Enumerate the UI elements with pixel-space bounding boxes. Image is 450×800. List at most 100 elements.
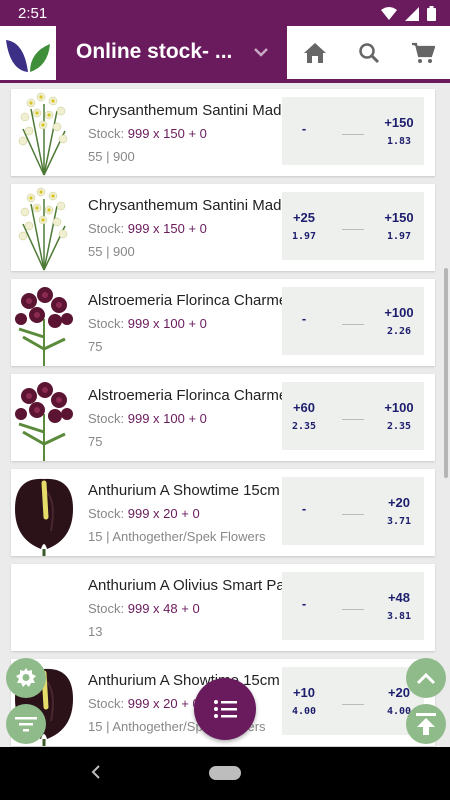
- qty-plus-button[interactable]: +20 3.71: [374, 477, 424, 545]
- qty-minus-label: -: [301, 120, 307, 136]
- product-image[interactable]: [11, 564, 77, 651]
- qty-minus-label: -: [301, 595, 307, 611]
- qty-minus-price: 2.35: [291, 421, 317, 432]
- scrollbar[interactable]: [444, 268, 448, 478]
- quantity-stepper: - +100 2.26: [282, 287, 424, 355]
- app-logo[interactable]: [0, 26, 56, 82]
- qty-minus-button[interactable]: -: [282, 287, 326, 355]
- qty-minus-button[interactable]: -: [282, 477, 326, 545]
- stock-prefix: Stock:: [88, 506, 128, 521]
- quantity-stepper: - +150 1.83: [282, 97, 424, 165]
- product-card-2[interactable]: Chrysanthemum Santini Madiba Yellow Cent…: [11, 184, 435, 271]
- quantity-stepper: +60 2.35 +100 2.35: [282, 382, 424, 450]
- chevron-down-icon[interactable]: [251, 42, 271, 62]
- product-image[interactable]: [11, 89, 77, 176]
- product-image[interactable]: [11, 184, 77, 271]
- product-stock: Stock: 999 x 100 + 0: [88, 411, 207, 426]
- product-image[interactable]: [11, 469, 77, 556]
- product-list: Chrysanthemum Santini Madiba Yellow Cent…: [11, 89, 435, 747]
- qty-plus-button[interactable]: +150 1.83: [374, 97, 424, 165]
- qty-minus-label: +60: [292, 400, 316, 415]
- stock-prefix: Stock:: [88, 601, 128, 616]
- qty-minus-price: 4.00: [291, 706, 317, 717]
- quantity-stepper: - +20 3.71: [282, 477, 424, 545]
- status-time: 2:51: [18, 5, 48, 22]
- product-stock: Stock: 999 x 48 + 0: [88, 601, 200, 616]
- system-nav-bar: [0, 747, 450, 800]
- product-card-1[interactable]: Chrysanthemum Santini Madiba Yellow Cent…: [11, 89, 435, 176]
- quantity-stepper: +25 1.97 +150 1.97: [282, 192, 424, 260]
- qty-input[interactable]: [342, 419, 364, 420]
- home-icon[interactable]: [303, 42, 327, 64]
- qty-plus-label: +100: [384, 305, 414, 320]
- leaf-logo-icon: [6, 40, 50, 72]
- qty-plus-price: 1.83: [386, 136, 412, 147]
- settings-button[interactable]: [6, 658, 46, 698]
- quantity-stepper: +10 4.00 +20 4.00: [282, 667, 424, 735]
- product-meta: 55 | 900: [88, 244, 135, 259]
- qty-plus-price: 3.71: [386, 516, 412, 527]
- qty-minus-button[interactable]: -: [282, 572, 326, 640]
- qty-minus-button[interactable]: -: [282, 97, 326, 165]
- scroll-to-top-button[interactable]: [406, 704, 446, 744]
- product-card-4[interactable]: Alstroemeria Florinca Charmelia Stock: 9…: [11, 374, 435, 461]
- status-icons: [381, 6, 436, 21]
- arrow-up-icon: [416, 713, 436, 735]
- filter-button[interactable]: [6, 704, 46, 744]
- qty-input[interactable]: [342, 704, 364, 705]
- qty-minus-button[interactable]: +25 1.97: [282, 192, 326, 260]
- product-card-5[interactable]: Anthurium A Showtime 15cm Stock: 999 x 2…: [11, 469, 435, 556]
- qty-plus-price: 1.97: [386, 231, 412, 242]
- product-meta: 75: [88, 434, 103, 449]
- list-menu-button[interactable]: [194, 678, 256, 740]
- qty-input[interactable]: [342, 229, 364, 230]
- product-stock: Stock: 999 x 150 + 0: [88, 126, 207, 141]
- qty-plus-label: +48: [387, 590, 411, 605]
- qty-minus-label: -: [301, 310, 307, 326]
- qty-minus-button[interactable]: +10 4.00: [282, 667, 326, 735]
- scroll-up-button[interactable]: [406, 658, 446, 698]
- qty-plus-button[interactable]: +100 2.26: [374, 287, 424, 355]
- product-image[interactable]: [11, 279, 77, 366]
- stock-value: 999 x 150 + 0: [127, 126, 207, 141]
- qty-plus-label: +150: [384, 210, 414, 225]
- stock-value: 999 x 48 + 0: [127, 601, 200, 616]
- wifi-icon: [381, 6, 397, 20]
- app-bar: Online stock- ...: [0, 26, 450, 82]
- qty-input[interactable]: [342, 134, 364, 135]
- qty-input[interactable]: [342, 324, 364, 325]
- qty-minus-label: +25: [292, 210, 316, 225]
- qty-plus-price: 2.26: [386, 326, 412, 337]
- product-card-3[interactable]: Alstroemeria Florinca Charmelia Stock: 9…: [11, 279, 435, 366]
- qty-plus-label: +20: [387, 495, 411, 510]
- product-image[interactable]: [11, 374, 77, 461]
- list-icon: [214, 700, 237, 718]
- search-icon[interactable]: [358, 42, 380, 64]
- cart-icon[interactable]: [411, 42, 435, 64]
- stock-value: 999 x 100 + 0: [127, 411, 207, 426]
- home-pill[interactable]: [209, 766, 241, 780]
- qty-plus-button[interactable]: +100 2.35: [374, 382, 424, 450]
- quantity-stepper: - +48 3.81: [282, 572, 424, 640]
- stock-prefix: Stock:: [88, 411, 128, 426]
- product-card-6[interactable]: Anthurium A Olivius Smart Pack Stock: 99…: [11, 564, 435, 651]
- qty-input[interactable]: [342, 514, 364, 515]
- qty-plus-label: +100: [384, 400, 414, 415]
- signal-icon: [405, 6, 419, 21]
- stock-value: 999 x 20 + 0: [127, 506, 200, 521]
- stock-value: 999 x 100 + 0: [127, 316, 207, 331]
- product-stock: Stock: 999 x 100 + 0: [88, 316, 207, 331]
- qty-minus-price: 1.97: [291, 231, 317, 242]
- battery-icon: [427, 6, 436, 21]
- qty-plus-price: 3.81: [386, 611, 412, 622]
- product-list-area[interactable]: Chrysanthemum Santini Madiba Yellow Cent…: [0, 83, 450, 747]
- product-meta: 13: [88, 624, 103, 639]
- qty-plus-button[interactable]: +150 1.97: [374, 192, 424, 260]
- qty-plus-button[interactable]: +48 3.81: [374, 572, 424, 640]
- page-title[interactable]: Online stock- ...: [76, 40, 251, 64]
- qty-minus-button[interactable]: +60 2.35: [282, 382, 326, 450]
- stock-value: 999 x 20 + 0: [127, 696, 200, 711]
- back-icon[interactable]: [89, 764, 103, 780]
- stock-prefix: Stock:: [88, 221, 128, 236]
- qty-input[interactable]: [342, 609, 364, 610]
